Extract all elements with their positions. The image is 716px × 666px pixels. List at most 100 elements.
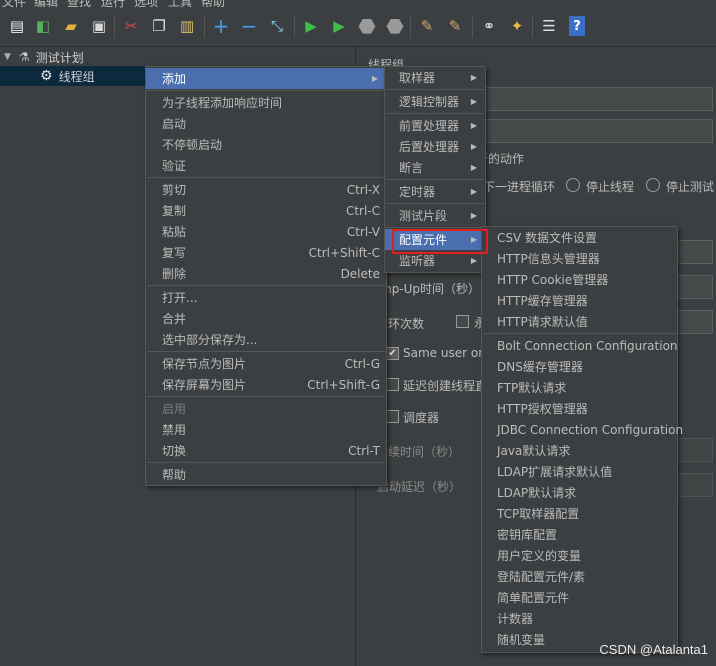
tree-node-label: 测试计划 [35, 50, 84, 65]
context-menu-item-2[interactable]: 为子线程添加响应时间 [146, 92, 386, 113]
config-submenu-item-6[interactable]: Bolt Connection Configuration [482, 335, 678, 356]
menu-item-label: Java默认请求 [497, 444, 571, 458]
menu-item-label: 删除 [162, 267, 187, 281]
context-menu-item-0[interactable]: 添加 ▶ [146, 68, 386, 89]
save-icon[interactable]: ▣ [88, 15, 110, 37]
config-submenu-item-0[interactable]: CSV 数据文件设置 [482, 227, 677, 248]
new-icon[interactable]: ▤ [6, 15, 28, 37]
add-submenu-item-8[interactable]: 定时器 ▶ [385, 181, 485, 202]
scheduler-checkbox[interactable] [386, 410, 399, 423]
config-submenu-item-7[interactable]: DNS缓存管理器 [482, 356, 677, 377]
menu-separator [147, 462, 385, 463]
menu-separator [483, 333, 676, 334]
rampup-label: mp-Up时间（秒） [380, 282, 481, 296]
paste-icon[interactable]: ▥ [176, 15, 198, 37]
toggle-icon[interactable]: ⤡ [266, 15, 288, 37]
config-submenu-item-19[interactable]: 计数器 [482, 608, 677, 629]
same-user-checkbox[interactable]: ✔ [386, 347, 399, 360]
function-helper-icon[interactable]: ☰ [538, 15, 560, 37]
add-submenu-item-6[interactable]: 断言 ▶ [385, 157, 485, 178]
context-menu-item-17[interactable]: 保存节点为图片 Ctrl-G [146, 353, 386, 374]
config-submenu-item-1[interactable]: HTTP信息头管理器 [482, 248, 677, 269]
menu-item-shortcut: Ctrl-C [345, 203, 380, 218]
context-menu-item-11[interactable]: 删除 Delete [146, 263, 386, 284]
config-submenu-item-11[interactable]: Java默认请求 [482, 440, 677, 461]
menu-run[interactable]: 运行 [101, 0, 125, 8]
menu-item-label: 为子线程添加响应时间 [162, 96, 283, 110]
context-menu-item-20: 启用 [146, 398, 386, 419]
shutdown-icon[interactable]: ⬣ [384, 15, 406, 37]
config-submenu-item-2[interactable]: HTTP Cookie管理器 [482, 269, 677, 290]
context-menu-item-13[interactable]: 打开... [146, 287, 386, 308]
config-submenu-item-18[interactable]: 简单配置元件 [482, 587, 677, 608]
context-menu-item-7[interactable]: 剪切 Ctrl-X [146, 179, 386, 200]
radio-stop-thread[interactable] [566, 178, 580, 192]
start-icon[interactable]: ▶ [300, 15, 322, 37]
menu-file[interactable]: 文件 [2, 0, 26, 8]
menu-item-label: 监听器 [399, 254, 436, 268]
search-icon[interactable]: ⚭ [478, 15, 500, 37]
add-submenu-item-5[interactable]: 后置处理器 ▶ [385, 136, 485, 157]
menu-item-label: 启动 [162, 117, 187, 131]
add-submenu-item-0[interactable]: 取样器 ▶ [385, 67, 485, 88]
config-submenu-item-12[interactable]: LDAP扩展请求默认值 [482, 461, 677, 482]
menu-item-label: 逻辑控制器 [399, 95, 460, 109]
config-submenu-item-16[interactable]: 用户定义的变量 [482, 545, 677, 566]
context-menu-item-4[interactable]: 不停顿启动 [146, 134, 386, 155]
tree-node-test-plan[interactable]: ▼ ⚗ 测试计划 [4, 47, 84, 67]
context-menu-item-14[interactable]: 合并 [146, 308, 386, 329]
radio-next-loop-label: 下一进程循环 [483, 180, 556, 194]
reset-search-icon[interactable]: ✦ [506, 15, 528, 37]
add-submenu-item-4[interactable]: 前置处理器 ▶ [385, 115, 485, 136]
context-menu-item-21[interactable]: 禁用 [146, 419, 386, 440]
clear-all-icon[interactable]: ✎ [444, 15, 466, 37]
config-submenu-item-13[interactable]: LDAP默认请求 [482, 482, 677, 503]
expand-icon[interactable]: + [210, 15, 232, 37]
context-menu-item-5[interactable]: 验证 [146, 155, 386, 176]
chevron-down-icon[interactable]: ▼ [4, 52, 11, 62]
menu-tools[interactable]: 工具 [168, 0, 192, 8]
config-submenu-item-9[interactable]: HTTP授权管理器 [482, 398, 677, 419]
chevron-right-icon: ▶ [470, 142, 477, 151]
chevron-right-icon: ▶ [470, 163, 477, 172]
loop-forever-checkbox[interactable] [456, 315, 469, 328]
menu-separator [386, 179, 484, 180]
chevron-right-icon: ▶ [371, 74, 378, 83]
context-menu-item-8[interactable]: 复制 Ctrl-C [146, 200, 386, 221]
context-menu-item-15[interactable]: 选中部分保存为... [146, 329, 386, 350]
config-submenu-item-14[interactable]: TCP取样器配置 [482, 503, 677, 524]
config-submenu-item-15[interactable]: 密钥库配置 [482, 524, 677, 545]
context-menu-item-9[interactable]: 粘贴 Ctrl-V [146, 221, 386, 242]
start-no-pause-icon[interactable]: ▶ [328, 15, 350, 37]
context-menu-item-3[interactable]: 启动 [146, 113, 386, 134]
add-submenu-item-2[interactable]: 逻辑控制器 ▶ [385, 91, 485, 112]
config-submenu-item-17[interactable]: 登陆配置元件/素 [482, 566, 677, 587]
stop-icon[interactable]: ⬣ [356, 15, 378, 37]
context-menu-item-24[interactable]: 帮助 [146, 464, 386, 485]
menu-edit[interactable]: 编辑 [34, 0, 58, 8]
menu-search[interactable]: 查找 [67, 0, 91, 8]
menu-options[interactable]: 选项 [134, 0, 158, 8]
copy-icon[interactable]: ❐ [148, 15, 170, 37]
context-menu-item-10[interactable]: 复写 Ctrl+Shift-C [146, 242, 386, 263]
config-submenu-item-3[interactable]: HTTP缓存管理器 [482, 290, 677, 311]
context-menu-item-18[interactable]: 保存屏幕为图片 Ctrl+Shift-G [146, 374, 386, 395]
open-folder-icon[interactable]: ▰ [60, 15, 82, 37]
context-menu-item-22[interactable]: 切换 Ctrl-T [146, 440, 386, 461]
menu-item-shortcut: Ctrl-T [348, 443, 380, 458]
highlight-box [392, 229, 488, 254]
radio-stop-test[interactable] [646, 178, 660, 192]
config-submenu-item-10[interactable]: JDBC Connection Configuration [482, 419, 683, 440]
menu-help[interactable]: 帮助 [201, 0, 225, 8]
tree-node-label: 线程组 [58, 69, 95, 84]
templates-icon[interactable]: ◧ [32, 15, 54, 37]
cut-icon[interactable]: ✂ [120, 15, 142, 37]
delay-create-checkbox[interactable] [386, 378, 399, 391]
add-submenu-item-10[interactable]: 测试片段 ▶ [385, 205, 485, 226]
config-submenu-item-8[interactable]: FTP默认请求 [482, 377, 677, 398]
config-submenu-item-4[interactable]: HTTP请求默认值 [482, 311, 677, 332]
collapse-icon[interactable]: − [238, 15, 260, 37]
clear-icon[interactable]: ✎ [416, 15, 438, 37]
help-icon[interactable]: ? [569, 16, 585, 36]
menu-item-label: Bolt Connection Configuration [497, 338, 678, 353]
